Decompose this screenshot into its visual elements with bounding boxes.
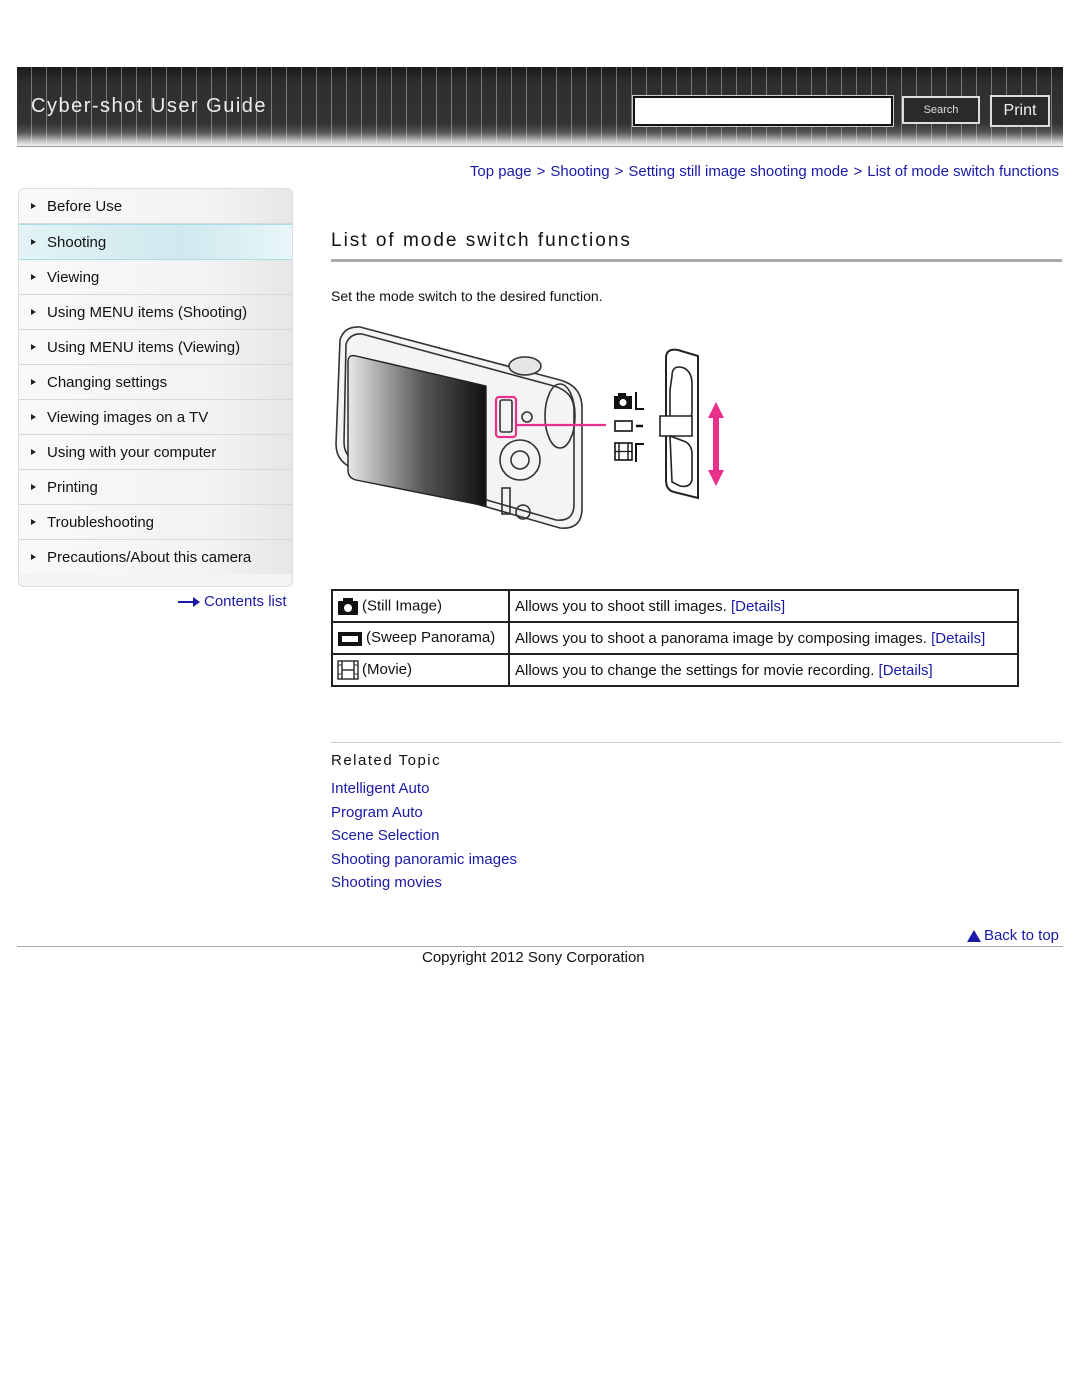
sidebar-item-menu-viewing[interactable]: Using MENU items (Viewing) — [19, 330, 292, 365]
mode-switch-illustration — [335, 326, 724, 529]
mode-description-cell: Allows you to shoot still images. [Detai… — [508, 589, 1019, 623]
back-to-top-label: Back to top — [983, 927, 1059, 944]
sidebar-item-label: Precautions/About this camera — [47, 548, 252, 566]
site-title: Cyber-shot User Guide — [31, 95, 268, 117]
triangle-right-icon — [31, 484, 36, 490]
breadcrumb-separator: > — [853, 163, 863, 180]
triangle-right-icon — [31, 203, 36, 209]
sidebar-item-viewing[interactable]: Viewing — [19, 260, 292, 295]
triangle-right-icon — [31, 274, 36, 280]
mode-description: Allows you to change the settings for mo… — [515, 661, 875, 679]
page-title: List of mode switch functions — [331, 230, 632, 251]
related-link-shooting-panoramic[interactable]: Shooting panoramic images — [331, 848, 517, 872]
details-link-still-image[interactable]: [Details] — [731, 598, 785, 615]
sidebar-item-before-use[interactable]: Before Use — [19, 189, 292, 224]
search-button[interactable]: Search — [902, 96, 980, 124]
mode-description-cell: Allows you to shoot a panorama image by … — [508, 621, 1019, 655]
arrow-right-icon — [178, 596, 200, 607]
contents-list-link[interactable]: Contents list — [178, 593, 287, 610]
triangle-right-icon — [31, 309, 36, 315]
sidebar-item-label: Using MENU items (Viewing) — [47, 338, 241, 356]
breadcrumb: Top page > Shooting > Setting still image sh… — [470, 163, 1059, 180]
mode-description: Allows you to shoot a panorama image by … — [515, 629, 927, 647]
triangle-right-icon — [31, 449, 36, 455]
related-divider — [331, 742, 1062, 743]
sidebar-item-viewing-on-tv[interactable]: Viewing images on a TV — [19, 400, 292, 435]
contents-list-label: Contents list — [204, 593, 287, 610]
title-divider — [331, 259, 1062, 262]
mode-name-cell: (Movie) — [331, 653, 510, 687]
sidebar-item-changing-settings[interactable]: Changing settings — [19, 365, 292, 400]
mode-switch-slider — [659, 348, 699, 500]
sidebar-item-precautions[interactable]: Precautions/About this camera — [19, 540, 292, 574]
sweep-panorama-icon — [614, 420, 643, 432]
triangle-right-icon — [31, 414, 36, 420]
search-input[interactable] — [632, 95, 894, 127]
mode-description: Allows you to shoot still images. — [515, 597, 727, 615]
sidebar-item-label: Viewing images on a TV — [47, 408, 209, 426]
sidebar-item-menu-shooting[interactable]: Using MENU items (Shooting) — [19, 295, 292, 330]
sidebar-item-label: Troubleshooting — [47, 513, 155, 531]
related-topic-list: Intelligent Auto Program Auto Scene Sele… — [331, 777, 517, 895]
triangle-right-icon — [31, 379, 36, 385]
related-link-scene-selection[interactable]: Scene Selection — [331, 824, 517, 848]
copyright-text: Copyright 2012 Sony Corporation — [422, 949, 645, 966]
up-down-arrow-icon — [708, 402, 724, 486]
breadcrumb-separator: > — [536, 163, 546, 180]
mode-name: (Sweep Panorama) — [366, 629, 496, 647]
breadcrumb-separator: > — [614, 163, 624, 180]
footer-divider — [17, 946, 1063, 947]
still-image-icon — [614, 392, 644, 410]
details-link-sweep-panorama[interactable]: [Details] — [931, 630, 985, 647]
sidebar-item-label: Printing — [47, 478, 98, 496]
sweep-panorama-icon — [338, 631, 362, 646]
still-image-icon — [338, 597, 358, 615]
sidebar-item-label: Viewing — [47, 268, 100, 286]
movie-icon — [614, 442, 644, 462]
sidebar-item-shooting[interactable]: Shooting — [19, 224, 292, 260]
details-link-movie[interactable]: [Details] — [879, 662, 933, 679]
breadcrumb-shooting[interactable]: Shooting — [550, 163, 609, 180]
related-link-shooting-movies[interactable]: Shooting movies — [331, 871, 517, 895]
mode-name: (Movie) — [362, 660, 413, 678]
table-row: (Sweep Panorama) Allows you to shoot a p… — [331, 621, 1019, 655]
back-to-top-link[interactable]: Back to top — [966, 927, 1059, 944]
triangle-right-icon — [31, 519, 36, 525]
mode-name-cell: (Still Image) — [331, 589, 510, 623]
triangle-right-icon — [31, 344, 36, 350]
movie-icon — [337, 660, 359, 680]
breadcrumb-setting-still-image-shooting-mode[interactable]: Setting still image shooting mode — [628, 163, 848, 180]
sidebar-item-printing[interactable]: Printing — [19, 470, 292, 505]
mode-name: (Still Image) — [362, 596, 443, 614]
header-banner: Cyber-shot User Guide Search Print — [17, 67, 1063, 147]
mode-name-cell: (Sweep Panorama) — [331, 621, 510, 655]
breadcrumb-current-page[interactable]: List of mode switch functions — [867, 163, 1059, 180]
related-link-program-auto[interactable]: Program Auto — [331, 801, 517, 825]
sidebar-item-label: Using with your computer — [47, 443, 217, 461]
triangle-up-icon — [966, 929, 981, 942]
mode-functions-table: (Still Image) Allows you to shoot still … — [331, 589, 1019, 687]
sidebar-item-label: Changing settings — [47, 373, 168, 391]
sidebar-item-label: Before Use — [47, 197, 123, 215]
sidebar-item-troubleshooting[interactable]: Troubleshooting — [19, 505, 292, 540]
breadcrumb-top-page[interactable]: Top page — [470, 163, 532, 180]
triangle-right-icon — [31, 239, 36, 245]
print-button[interactable]: Print — [990, 95, 1050, 127]
triangle-right-icon — [31, 554, 36, 560]
table-row: (Still Image) Allows you to shoot still … — [331, 589, 1019, 623]
sidebar-item-label: Using MENU items (Shooting) — [47, 303, 248, 321]
intro-text: Set the mode switch to the desired funct… — [331, 288, 603, 304]
sidebar-nav: Before Use Shooting Viewing Using MENU i… — [18, 188, 293, 587]
related-topic-heading: Related Topic — [331, 752, 442, 769]
related-link-intelligent-auto[interactable]: Intelligent Auto — [331, 777, 517, 801]
table-row: (Movie) Allows you to change the setting… — [331, 653, 1019, 687]
mode-description-cell: Allows you to change the settings for mo… — [508, 653, 1019, 687]
sidebar-item-computer[interactable]: Using with your computer — [19, 435, 292, 470]
header-divider — [17, 146, 1063, 147]
sidebar-item-label: Shooting — [47, 233, 107, 251]
